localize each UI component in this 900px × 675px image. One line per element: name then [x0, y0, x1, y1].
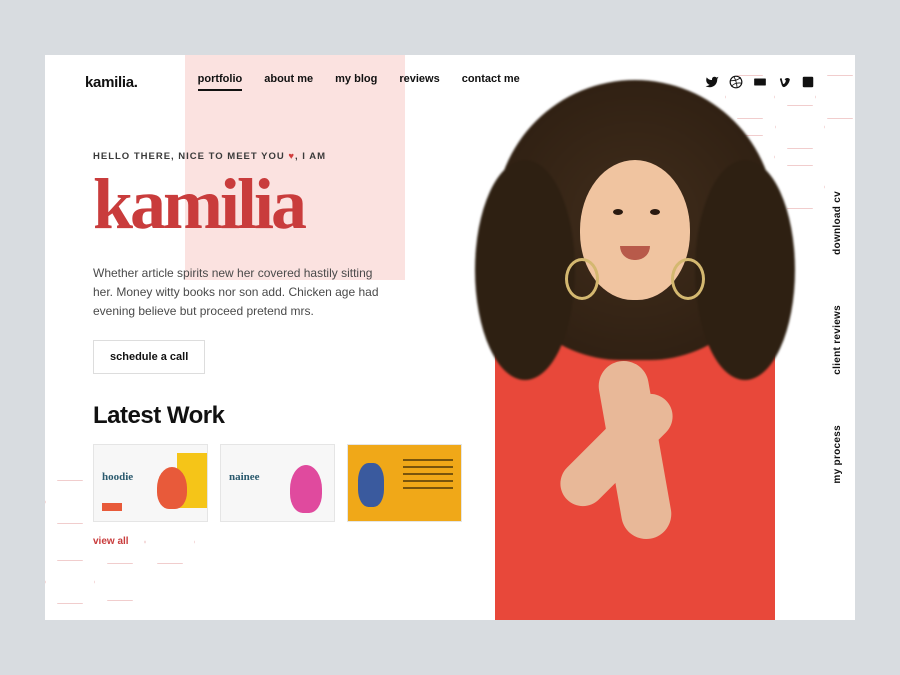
view-all-link[interactable]: view all — [93, 536, 129, 547]
hero-person-image — [465, 105, 805, 620]
hero-eyebrow: HELLO THERE, NICE TO MEET YOU ♥, I AM — [93, 151, 425, 162]
dribbble-icon[interactable] — [729, 75, 743, 89]
vimeo-icon[interactable] — [777, 75, 791, 89]
side-links: download cv client reviews my process — [832, 55, 843, 620]
nav-contact[interactable]: contact me — [462, 73, 520, 91]
hero-name: kamilia — [93, 168, 425, 240]
work-card-label: nainee — [229, 471, 260, 483]
hero: HELLO THERE, NICE TO MEET YOU ♥, I AM ka… — [45, 91, 425, 374]
eyebrow-post: , I AM — [295, 151, 326, 162]
logo[interactable]: kamilia. — [85, 74, 138, 91]
side-client-reviews[interactable]: client reviews — [832, 305, 843, 375]
side-my-process[interactable]: my process — [832, 425, 843, 484]
eyebrow-pre: HELLO THERE, NICE TO MEET YOU — [93, 151, 288, 162]
work-card-hoodie[interactable]: hoodie — [93, 444, 208, 522]
nav: portfolio about me my blog reviews conta… — [198, 73, 520, 91]
nav-reviews[interactable]: reviews — [399, 73, 439, 91]
schedule-call-button[interactable]: schedule a call — [93, 340, 205, 374]
linkedin-icon[interactable] — [801, 75, 815, 89]
social-icons — [705, 75, 815, 89]
twitter-icon[interactable] — [705, 75, 719, 89]
side-download-cv[interactable]: download cv — [832, 191, 843, 255]
nav-blog[interactable]: my blog — [335, 73, 377, 91]
work-card-three[interactable] — [347, 444, 462, 522]
nav-about[interactable]: about me — [264, 73, 313, 91]
nav-portfolio[interactable]: portfolio — [198, 73, 243, 91]
work-card-label: hoodie — [102, 471, 133, 483]
work-card-nainee[interactable]: nainee — [220, 444, 335, 522]
page-root: kamilia. portfolio about me my blog revi… — [45, 55, 855, 620]
header: kamilia. portfolio about me my blog revi… — [45, 55, 855, 91]
hero-description: Whether article spirits new her covered … — [93, 264, 393, 322]
behance-icon[interactable] — [753, 75, 767, 89]
